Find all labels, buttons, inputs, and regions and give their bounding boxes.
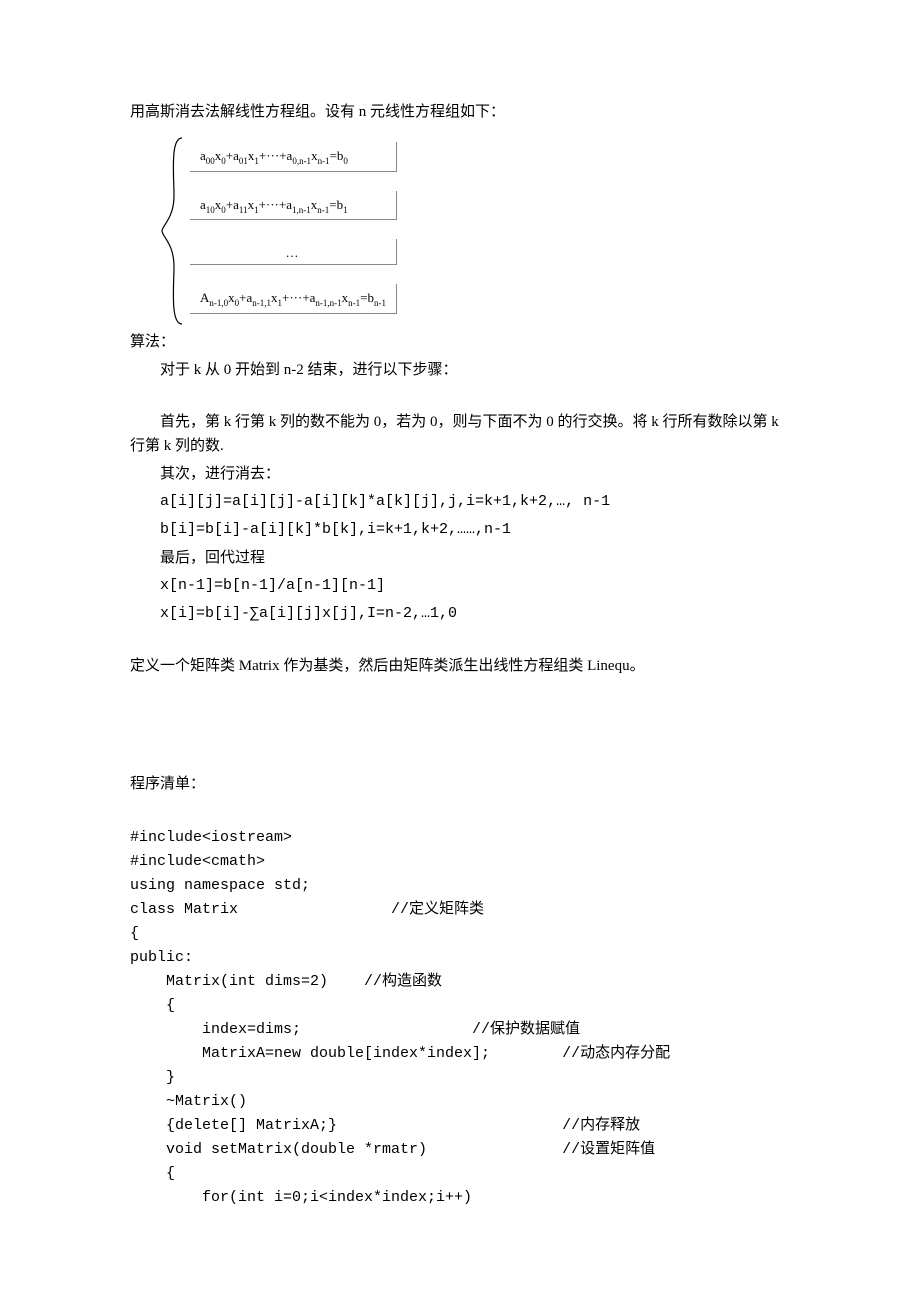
- equation-row-1: a00x0+a01x1+···+a0,n-1xn-1=b0: [190, 142, 397, 172]
- equation-row-dots: …: [190, 239, 397, 266]
- code-line: {: [130, 925, 139, 942]
- equation-rows: a00x0+a01x1+···+a0,n-1xn-1=b0 a10x0+a11x…: [186, 136, 397, 326]
- document-page: 用高斯消去法解线性方程组。设有 n 元线性方程组如下： a00x0+a01x1+…: [0, 0, 920, 1302]
- intro-text: 用高斯消去法解线性方程组。设有 n 元线性方程组如下：: [130, 100, 790, 124]
- code-line: MatrixA=new double[index*index]; //动态内存分…: [130, 1045, 670, 1062]
- code-line: class Matrix //定义矩阵类: [130, 901, 484, 918]
- code-line: #include<cmath>: [130, 853, 265, 870]
- algo-last: 最后，回代过程: [130, 546, 790, 570]
- code-line: #include<iostream>: [130, 829, 292, 846]
- algo-formula-2: b[i]=b[i]-a[i][k]*b[k],i=k+1,k+2,……,n-1: [130, 518, 790, 542]
- equation-row-4: An-1,0x0+an-1,1x1+···+an-1,n-1xn-1=bn-1: [190, 284, 397, 314]
- algo-second: 其次，进行消去：: [130, 462, 790, 486]
- class-desc: 定义一个矩阵类 Matrix 作为基类，然后由矩阵类派生出线性方程组类 Line…: [130, 654, 790, 678]
- code-listing: #include<iostream> #include<cmath> using…: [130, 802, 790, 1234]
- equation-row-2: a10x0+a11x1+···+a1,n-1xn-1=b1: [190, 191, 397, 221]
- code-line: Matrix(int dims=2) //构造函数: [130, 973, 442, 990]
- code-line: {delete[] MatrixA;} //内存释放: [130, 1117, 640, 1134]
- algo-formula-3: x[n-1]=b[n-1]/a[n-1][n-1]: [130, 574, 790, 598]
- code-line: {: [130, 997, 175, 1014]
- algo-formula-1: a[i][j]=a[i][j]-a[i][k]*a[k][j],j,i=k+1,…: [130, 490, 790, 514]
- code-title: 程序清单：: [130, 772, 790, 796]
- code-line: ~Matrix(): [130, 1093, 247, 1110]
- code-line: using namespace std;: [130, 877, 310, 894]
- code-line: for(int i=0;i<index*index;i++): [130, 1189, 472, 1206]
- code-line: public:: [130, 949, 193, 966]
- code-line: }: [130, 1069, 175, 1086]
- algo-formula-4: x[i]=b[i]-∑a[i][j]x[j],I=n-2,…1,0: [130, 602, 790, 626]
- code-line: {: [130, 1165, 175, 1182]
- algo-title: 算法：: [130, 330, 790, 354]
- algo-step: 对于 k 从 0 开始到 n-2 结束，进行以下步骤：: [130, 358, 790, 382]
- code-line: index=dims; //保护数据赋值: [130, 1021, 580, 1038]
- left-brace-icon: [160, 136, 186, 326]
- equation-system: a00x0+a01x1+···+a0,n-1xn-1=b0 a10x0+a11x…: [160, 136, 790, 326]
- algo-first: 首先，第 k 行第 k 列的数不能为 0，若为 0，则与下面不为 0 的行交换。…: [130, 410, 790, 458]
- code-line: void setMatrix(double *rmatr) //设置矩阵值: [130, 1141, 655, 1158]
